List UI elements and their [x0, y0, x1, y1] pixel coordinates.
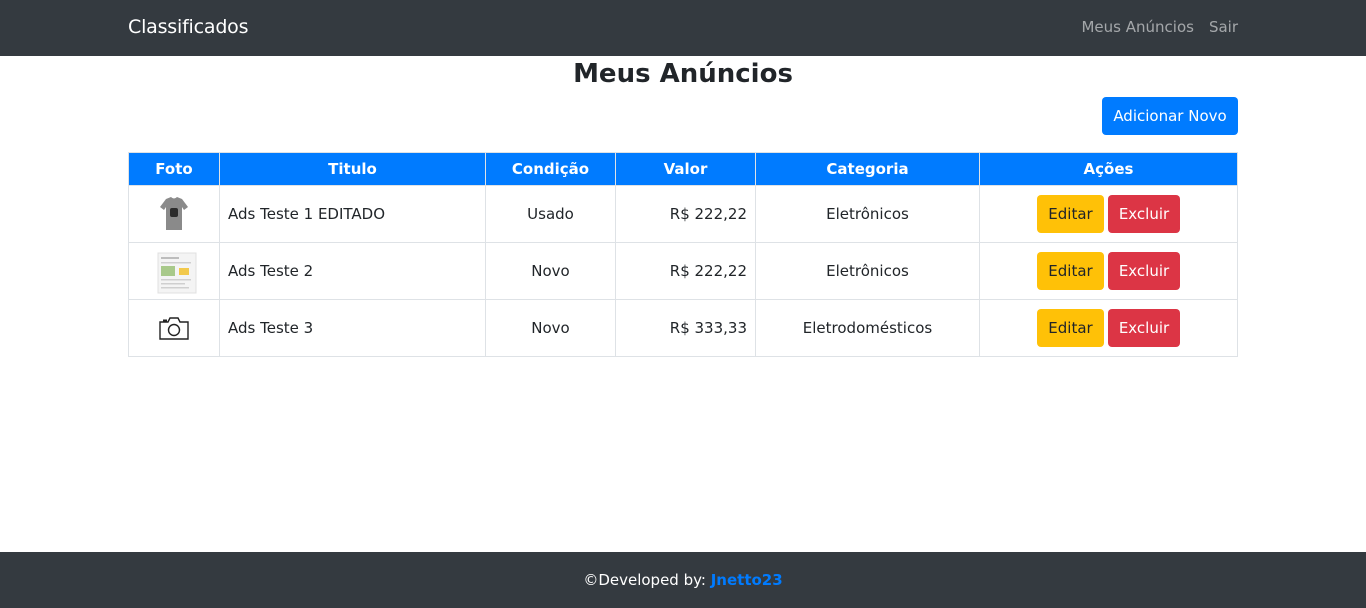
table-row: Ads Teste 1 EDITADO Usado R$ 222,22 Elet… — [128, 185, 1238, 243]
ad-category: Eletrônicos — [755, 185, 980, 243]
table-row: Ads Teste 3 Novo R$ 333,33 Eletrodomésti… — [128, 299, 1238, 357]
column-header-valor: Valor — [615, 152, 756, 186]
ads-table: Foto Titulo Condição Valor Categoria Açõ… — [128, 152, 1238, 357]
photo-cell — [128, 185, 220, 243]
table-header: Foto Titulo Condição Valor Categoria Açõ… — [128, 152, 1238, 186]
edit-button[interactable]: Editar — [1037, 195, 1104, 233]
photo-cell — [128, 299, 220, 357]
actions-cell: Editar Excluir — [979, 185, 1238, 243]
ad-category: Eletrônicos — [755, 242, 980, 300]
ad-category: Eletrodomésticos — [755, 299, 980, 357]
ad-condition: Novo — [485, 242, 616, 300]
column-header-foto: Foto — [128, 152, 220, 186]
column-header-condicao: Condição — [485, 152, 616, 186]
actions-cell: Editar Excluir — [979, 299, 1238, 357]
nav-links: Meus Anúncios Sair — [1081, 18, 1238, 36]
tshirt-photo — [157, 195, 191, 233]
photo-cell — [128, 242, 220, 300]
ad-condition: Usado — [485, 185, 616, 243]
footer-credit: ©Developed by: — [583, 571, 711, 589]
edit-button[interactable]: Editar — [1037, 309, 1104, 347]
edit-button[interactable]: Editar — [1037, 252, 1104, 290]
ad-price: R$ 333,33 — [615, 299, 756, 357]
column-header-titulo: Titulo — [219, 152, 486, 186]
actions-cell: Editar Excluir — [979, 242, 1238, 300]
author-link[interactable]: Jnetto23 — [711, 571, 783, 589]
ad-condition: Novo — [485, 299, 616, 357]
ad-title: Ads Teste 1 EDITADO — [219, 185, 486, 243]
ad-price: R$ 222,22 — [615, 242, 756, 300]
footer: ©Developed by: Jnetto23 — [0, 552, 1366, 608]
top-navbar: Classificados Meus Anúncios Sair — [0, 0, 1366, 56]
page-title: Meus Anúncios — [573, 59, 793, 89]
ad-title: Ads Teste 3 — [219, 299, 486, 357]
ad-title: Ads Teste 2 — [219, 242, 486, 300]
nav-link-sair[interactable]: Sair — [1209, 18, 1238, 36]
delete-button[interactable]: Excluir — [1108, 309, 1180, 347]
add-new-button[interactable]: Adicionar Novo — [1102, 97, 1238, 135]
brand-link[interactable]: Classificados — [128, 16, 249, 38]
ad-price: R$ 222,22 — [615, 185, 756, 243]
column-header-categoria: Categoria — [755, 152, 980, 186]
delete-button[interactable]: Excluir — [1108, 252, 1180, 290]
camera-icon — [157, 309, 191, 347]
nav-link-meus-anuncios[interactable]: Meus Anúncios — [1081, 18, 1193, 36]
document-photo — [157, 252, 197, 294]
column-header-acoes: Ações — [979, 152, 1238, 186]
table-row: Ads Teste 2 Novo R$ 222,22 Eletrônicos E… — [128, 242, 1238, 300]
delete-button[interactable]: Excluir — [1108, 195, 1180, 233]
